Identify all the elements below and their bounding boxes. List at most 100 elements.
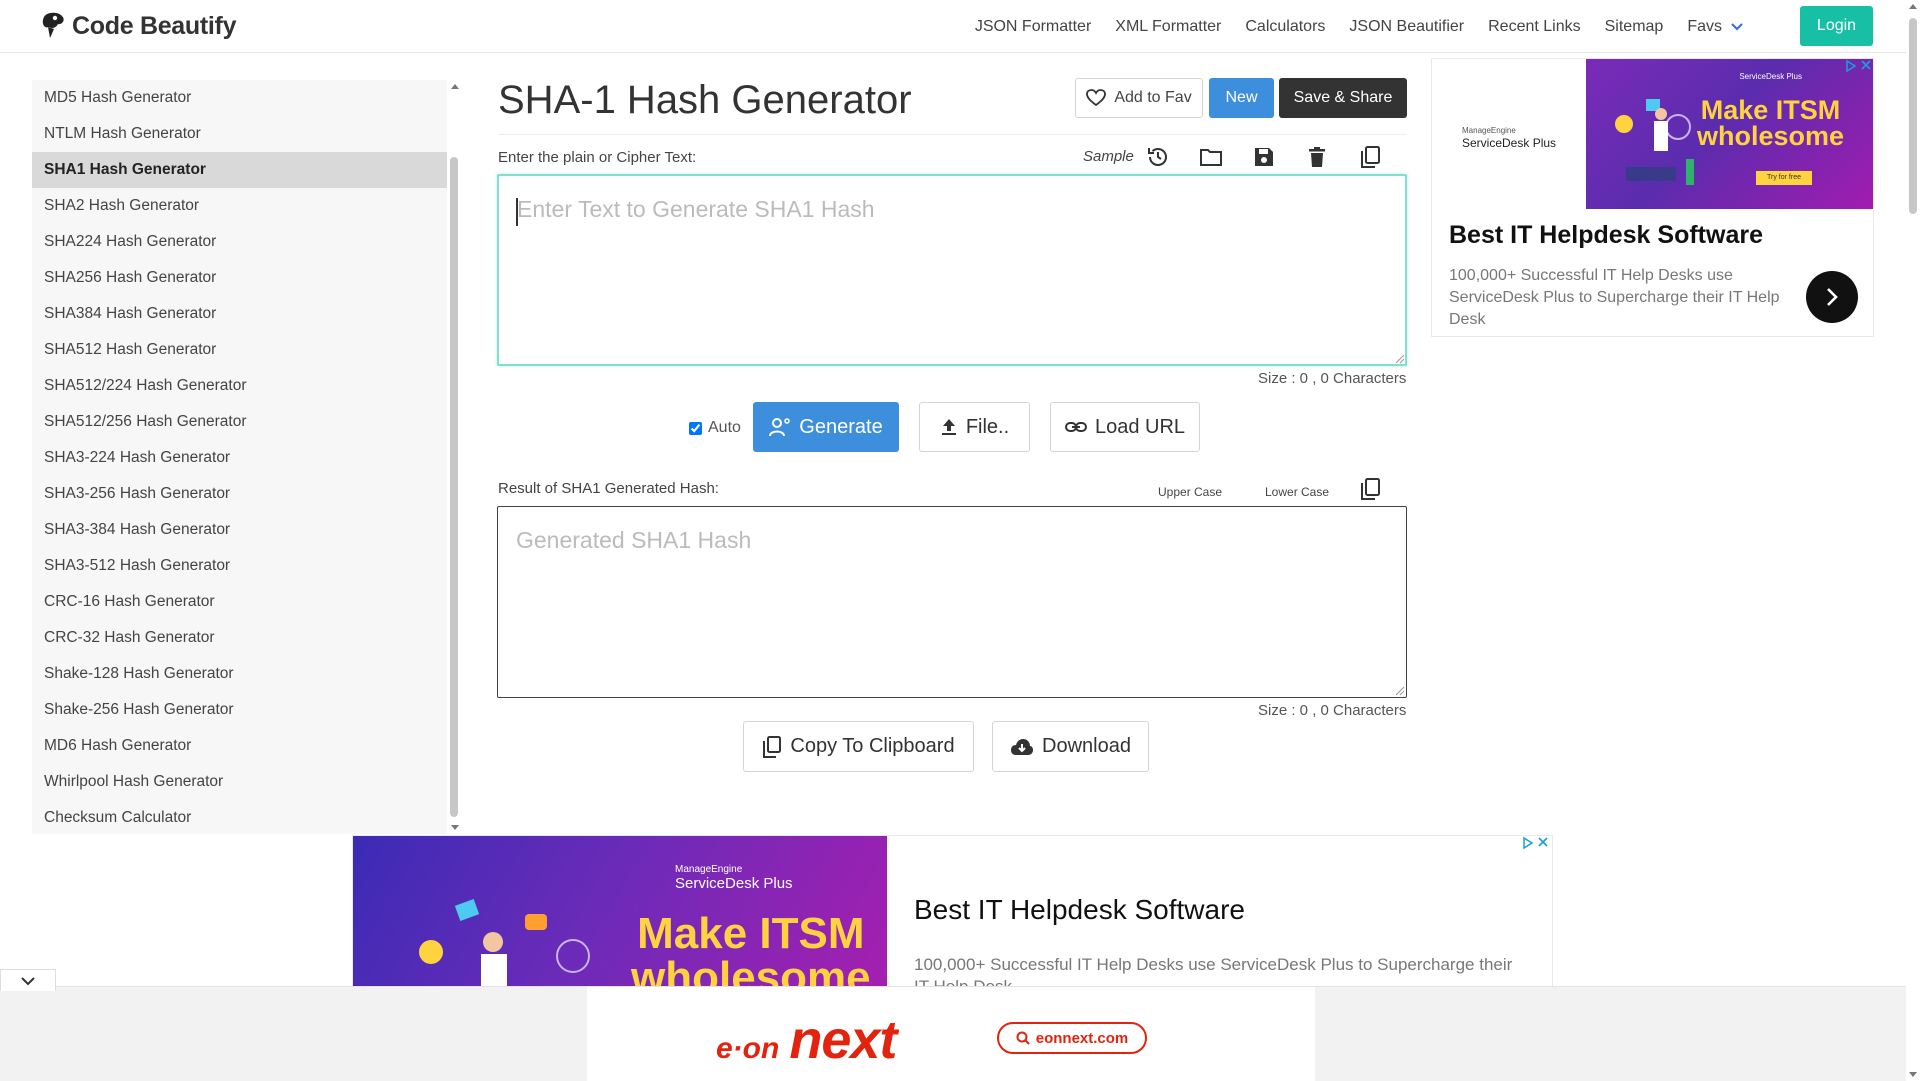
- copy-result-icon[interactable]: [1358, 477, 1382, 501]
- sidebar-item[interactable]: NTLM Hash Generator: [32, 116, 447, 152]
- nav-xml-formatter[interactable]: XML Formatter: [1115, 18, 1221, 36]
- page-title: SHA-1 Hash Generator: [498, 78, 912, 122]
- sidebar-item[interactable]: CRC-32 Hash Generator: [32, 620, 447, 656]
- file-upload-button[interactable]: File..: [919, 402, 1030, 452]
- sidebar-item[interactable]: SHA512/256 Hash Generator: [32, 404, 447, 440]
- tool-sidebar: MD5 Hash Generator NTLM Hash Generator SHA…: [32, 80, 447, 834]
- sidebar-item[interactable]: Shake-256 Hash Generator: [32, 692, 447, 728]
- site-logo[interactable]: Code Beautify: [40, 11, 236, 41]
- nav-recent-links[interactable]: Recent Links: [1488, 18, 1581, 36]
- new-button[interactable]: New: [1209, 78, 1274, 118]
- logo-icon: [40, 11, 68, 41]
- close-icon: [1537, 836, 1549, 852]
- sidebar-item[interactable]: CRC-16 Hash Generator: [32, 584, 447, 620]
- ad-right-brand-name: ServiceDesk Plus: [1462, 136, 1557, 150]
- sidebar-item[interactable]: SHA256 Hash Generator: [32, 260, 447, 296]
- download-button[interactable]: Download: [992, 721, 1149, 772]
- login-button[interactable]: Login: [1800, 6, 1873, 46]
- sample-link[interactable]: Sample: [1083, 148, 1134, 165]
- output-textarea[interactable]: [498, 507, 1406, 697]
- sidebar-item[interactable]: Shake-128 Hash Generator: [32, 656, 447, 692]
- ad-right-close[interactable]: [1844, 59, 1872, 75]
- nav-json-formatter[interactable]: JSON Formatter: [975, 18, 1091, 36]
- load-url-button[interactable]: Load URL: [1050, 402, 1200, 452]
- generate-button[interactable]: Generate: [753, 402, 899, 452]
- heart-icon: [1086, 89, 1107, 107]
- eon-logo-prefix: e·on: [716, 1032, 780, 1065]
- chevron-down-icon: [20, 976, 36, 986]
- generate-label: Generate: [799, 415, 883, 438]
- save-share-button[interactable]: Save & Share: [1279, 78, 1407, 118]
- eon-ad-banner[interactable]: e·on next eonnext.com: [587, 987, 1315, 1081]
- ad-right-arrow-button[interactable]: [1806, 271, 1858, 323]
- search-icon: [1016, 1031, 1030, 1045]
- close-icon: [1860, 59, 1872, 75]
- ad-bottom-art-headline-1: Make ITSM: [637, 909, 865, 958]
- load-url-label: Load URL: [1094, 415, 1186, 438]
- save-icon[interactable]: [1252, 145, 1276, 169]
- history-icon[interactable]: [1146, 145, 1170, 169]
- auto-checkbox[interactable]: [689, 421, 702, 435]
- copy-to-clipboard-label: Copy To Clipboard: [790, 735, 955, 757]
- eon-logo: e·on next: [716, 1009, 897, 1071]
- output-size-text: Size : 0 , 0 Characters: [1258, 702, 1407, 719]
- nav-json-beautifier[interactable]: JSON Beautifier: [1349, 18, 1464, 36]
- user-gear-icon: [769, 417, 791, 437]
- add-to-fav-button[interactable]: Add to Fav: [1075, 78, 1203, 118]
- sidebar-item[interactable]: SHA512/224 Hash Generator: [32, 368, 447, 404]
- auto-checkbox-wrapper[interactable]: Auto: [689, 419, 741, 437]
- file-label: File..: [965, 415, 1010, 438]
- sidebar-item[interactable]: SHA2 Hash Generator: [32, 188, 447, 224]
- ad-right-body: 100,000+ Successful IT Help Desks use Se…: [1449, 267, 1780, 328]
- text-caret: [516, 198, 518, 226]
- favs-dropdown[interactable]: Favs: [1687, 18, 1744, 36]
- ad-right[interactable]: ManageEngine ServiceDesk Plus ServiceDes…: [1431, 58, 1874, 337]
- sidebar-list: MD5 Hash Generator NTLM Hash Generator SHA…: [32, 80, 447, 836]
- folder-icon[interactable]: [1199, 145, 1223, 169]
- ad-choices-icon: [1521, 836, 1535, 852]
- chevron-down-icon: [1730, 22, 1744, 32]
- main-nav: JSON Formatter XML Formatter Calculators…: [951, 0, 1744, 53]
- sidebar-item[interactable]: SHA3-256 Hash Generator: [32, 476, 447, 512]
- link-icon: [1064, 420, 1087, 434]
- sidebar-item[interactable]: SHA3-224 Hash Generator: [32, 440, 447, 476]
- sidebar-item[interactable]: SHA3-512 Hash Generator: [32, 548, 447, 584]
- ad-bottom-art-headline: Make ITSM wholesome: [631, 912, 871, 987]
- download-label: Download: [1042, 735, 1131, 757]
- input-textarea[interactable]: [499, 176, 1405, 364]
- sidebar-scroll-thumb[interactable]: [450, 157, 458, 817]
- copy-to-clipboard-button[interactable]: Copy To Clipboard: [743, 721, 974, 772]
- favs-label: Favs: [1687, 17, 1722, 35]
- sidebar-item[interactable]: SHA3-384 Hash Generator: [32, 512, 447, 548]
- page-scroll-thumb[interactable]: [1909, 18, 1917, 214]
- ad-bottom-artwork: ManageEngine ServiceDesk Plus Make ITSM …: [353, 836, 887, 987]
- nav-sitemap[interactable]: Sitemap: [1605, 18, 1664, 36]
- sidebar-item[interactable]: Checksum Calculator: [32, 800, 447, 836]
- sidebar-item[interactable]: SHA1 Hash Generator: [32, 152, 447, 188]
- ad-bottom-close[interactable]: [1521, 836, 1549, 852]
- eon-url: eonnext.com: [1035, 1029, 1129, 1047]
- ad-bottom-brand-small: ManageEngine: [675, 864, 743, 875]
- copy-icon[interactable]: [1358, 145, 1382, 169]
- sidebar-item[interactable]: SHA512 Hash Generator: [32, 332, 447, 368]
- ad-right-artwork: ServiceDesk Plus Make ITSM wholesome Try…: [1586, 59, 1873, 209]
- resize-grip-icon[interactable]: [1395, 354, 1405, 364]
- eon-logo-main: next: [789, 1010, 897, 1070]
- ad-bottom[interactable]: ManageEngine ServiceDesk Plus Make ITSM …: [352, 835, 1553, 987]
- upper-case-link[interactable]: Upper Case: [1158, 485, 1222, 499]
- upload-icon: [940, 418, 958, 436]
- nav-calculators[interactable]: Calculators: [1245, 18, 1325, 36]
- ad-right-art-headline-2: wholesome: [1696, 121, 1844, 151]
- ad-bottom-brand-name: ServiceDesk Plus: [675, 875, 793, 892]
- sidebar-item[interactable]: MD6 Hash Generator: [32, 728, 447, 764]
- sidebar-item[interactable]: MD5 Hash Generator: [32, 80, 447, 116]
- eon-url-pill[interactable]: eonnext.com: [997, 1022, 1147, 1054]
- ad-right-art-headline: Make ITSM wholesome: [1696, 97, 1844, 151]
- trash-icon[interactable]: [1305, 145, 1329, 169]
- sidebar-item[interactable]: SHA384 Hash Generator: [32, 296, 447, 332]
- output-resize-grip-icon[interactable]: [1395, 686, 1405, 696]
- sidebar-item[interactable]: SHA224 Hash Generator: [32, 224, 447, 260]
- sticky-ad-toggle[interactable]: [0, 969, 56, 991]
- lower-case-link[interactable]: Lower Case: [1265, 485, 1329, 499]
- sidebar-item[interactable]: Whirlpool Hash Generator: [32, 764, 447, 800]
